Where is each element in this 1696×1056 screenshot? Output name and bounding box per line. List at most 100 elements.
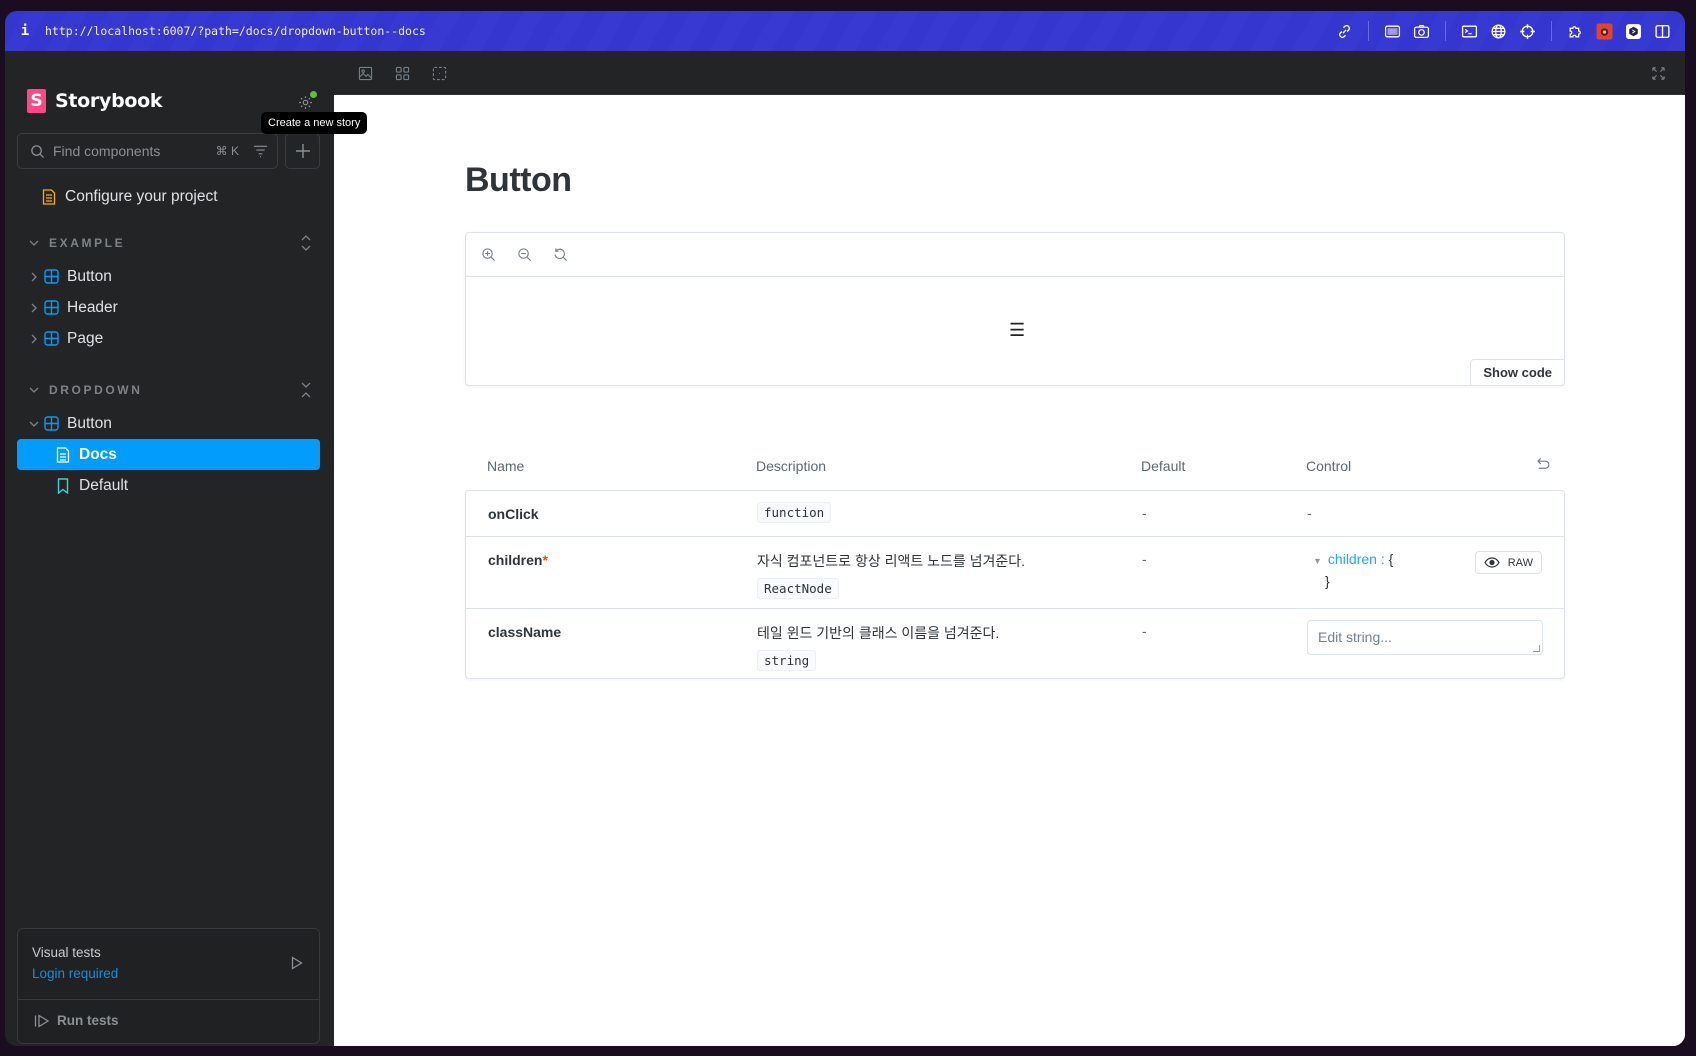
story-preview: ☰ Show code (465, 232, 1565, 386)
zoom-reset-icon[interactable] (550, 245, 570, 265)
table-row: className 테일 윈드 기반의 클래스 이름을 넘겨준다. string… (466, 608, 1564, 678)
collapse-triangle-icon[interactable]: ▼ (1313, 556, 1322, 566)
collapse-all-icon[interactable] (300, 234, 312, 255)
divider (18, 999, 319, 1000)
create-story-button[interactable] (297, 91, 317, 111)
plus-icon (295, 144, 310, 158)
sidebar-item-example-button[interactable]: Button (17, 261, 320, 292)
sidebar-item-configure[interactable]: Configure your project (17, 179, 320, 215)
url-text[interactable]: http://localhost:6007/?path=/docs/dropdo… (45, 24, 426, 38)
filter-icon[interactable] (253, 144, 268, 158)
chevron-down-icon (25, 240, 43, 246)
column-header-description: Description (756, 458, 827, 474)
sidebar-item-default-story[interactable]: Default (17, 470, 320, 501)
prop-name: onClick (488, 506, 539, 522)
url-bar: i http://localhost:6007/?path=/docs/drop… (5, 11, 1685, 51)
object-close-brace: } (1325, 573, 1330, 589)
split-view-icon[interactable] (1648, 17, 1677, 45)
terminal-icon[interactable] (1455, 17, 1484, 45)
extension-icon[interactable] (1619, 17, 1648, 45)
separator (1445, 21, 1446, 41)
puzzle-icon[interactable] (1561, 17, 1590, 45)
screen-capture-icon[interactable] (1378, 17, 1407, 45)
object-open-brace: { (1388, 551, 1394, 567)
page-title: Button (465, 161, 572, 199)
component-icon (43, 416, 59, 432)
globe-icon[interactable] (1484, 17, 1513, 45)
login-required-link[interactable]: Login required (32, 966, 118, 981)
reset-controls-icon[interactable] (1536, 457, 1551, 473)
table-body: onClick function - - children* 자식 컴포넌트로 … (465, 490, 1565, 679)
camera-icon[interactable] (1407, 17, 1436, 45)
preview-zoom-bar (466, 233, 1564, 277)
group-dropdown[interactable]: DROPDOWN (17, 372, 320, 408)
raw-toggle-button[interactable]: RAW (1474, 551, 1542, 574)
prop-description: function (757, 502, 832, 523)
storybook-brand[interactable]: S Storybook (27, 89, 163, 113)
raw-label: RAW (1507, 556, 1533, 569)
prop-name: className (488, 624, 562, 640)
args-table: Name Description Default Control onClick… (465, 443, 1565, 679)
search-input[interactable]: Find components ⌘ K (17, 133, 278, 169)
sidebar: S Storybook Create a new story Find comp… (5, 51, 368, 1046)
required-marker: * (542, 552, 548, 568)
show-code-button[interactable]: Show code (1470, 359, 1565, 386)
table-row: onClick function - - (466, 491, 1564, 536)
description-text: 테일 윈드 기반의 클래스 이름을 넘겨준다. (757, 625, 1000, 641)
table-row: children* 자식 컴포넌트로 항상 리액트 노드를 넘겨준다. Reac… (466, 536, 1564, 608)
component-icon (43, 269, 59, 285)
prop-default: - (1142, 551, 1147, 567)
sidebar-item-example-header[interactable]: Header (17, 292, 320, 323)
run-tests-button[interactable]: Run tests (34, 1013, 119, 1028)
column-header-name: Name (487, 458, 525, 474)
info-icon[interactable]: i (5, 23, 45, 39)
fullscreen-icon[interactable] (1647, 62, 1669, 84)
prop-name-text: children (488, 552, 543, 568)
group-label: EXAMPLE (49, 236, 126, 250)
prop-type: string (757, 650, 817, 671)
link-icon[interactable] (1330, 17, 1359, 45)
run-tests-icon (34, 1013, 50, 1028)
storybook-logo-icon: S (27, 89, 46, 113)
sidebar-item-example-page[interactable]: Page (17, 323, 320, 354)
sidebar-item-dropdown-button[interactable]: Button (17, 408, 320, 439)
sidebar-item-label: Header (67, 298, 118, 316)
prop-type: function (757, 502, 832, 523)
sidebar-item-docs[interactable]: Docs (17, 439, 320, 470)
browser-window: i http://localhost:6007/?path=/docs/drop… (5, 11, 1685, 1046)
column-header-control: Control (1306, 458, 1352, 474)
search-shortcut: ⌘ K (215, 144, 239, 158)
visual-tests-panel: Visual tests Login required Run tests (17, 928, 320, 1044)
preview-canvas: ☰ (466, 277, 1564, 385)
search-icon (31, 144, 45, 158)
prop-type: ReactNode (757, 578, 839, 599)
object-key: children (1327, 551, 1377, 567)
tooltip: Create a new story (261, 112, 368, 134)
bookmark-icon (55, 477, 71, 494)
chevron-down-icon (25, 387, 43, 393)
brand-name: Storybook (55, 90, 163, 112)
outline-icon[interactable] (428, 62, 450, 84)
browser-tools (1330, 11, 1677, 51)
bug-extension-icon[interactable] (1590, 17, 1619, 45)
group-example[interactable]: EXAMPLE (17, 225, 320, 261)
zoom-in-icon[interactable] (478, 245, 498, 265)
play-icon[interactable] (291, 956, 303, 975)
group-label: DROPDOWN (49, 383, 143, 397)
background-icon[interactable] (354, 62, 376, 84)
eye-icon (1484, 557, 1500, 568)
main-panel: Button ☰ Show code Name Description Defa… (334, 51, 1685, 1046)
zoom-out-icon[interactable] (514, 245, 534, 265)
rendered-dropdown-button[interactable]: ☰ (1009, 320, 1025, 341)
add-button[interactable] (285, 133, 320, 169)
docs-page: Button ☰ Show code Name Description Defa… (334, 95, 1685, 1046)
grid-icon[interactable] (391, 62, 413, 84)
crosshair-icon[interactable] (1513, 17, 1542, 45)
component-icon (43, 331, 59, 347)
component-icon (43, 300, 59, 316)
prop-description: 자식 컴포넌트로 항상 리액트 노드를 넘겨준다. ReactNode (757, 551, 1025, 599)
description-text: 자식 컴포넌트로 항상 리액트 노드를 넘겨준다. (757, 553, 1026, 569)
classname-input[interactable]: Edit string... (1307, 620, 1543, 655)
object-control[interactable]: ▼ children : { } (1313, 551, 1393, 589)
expand-all-icon[interactable] (300, 381, 312, 402)
